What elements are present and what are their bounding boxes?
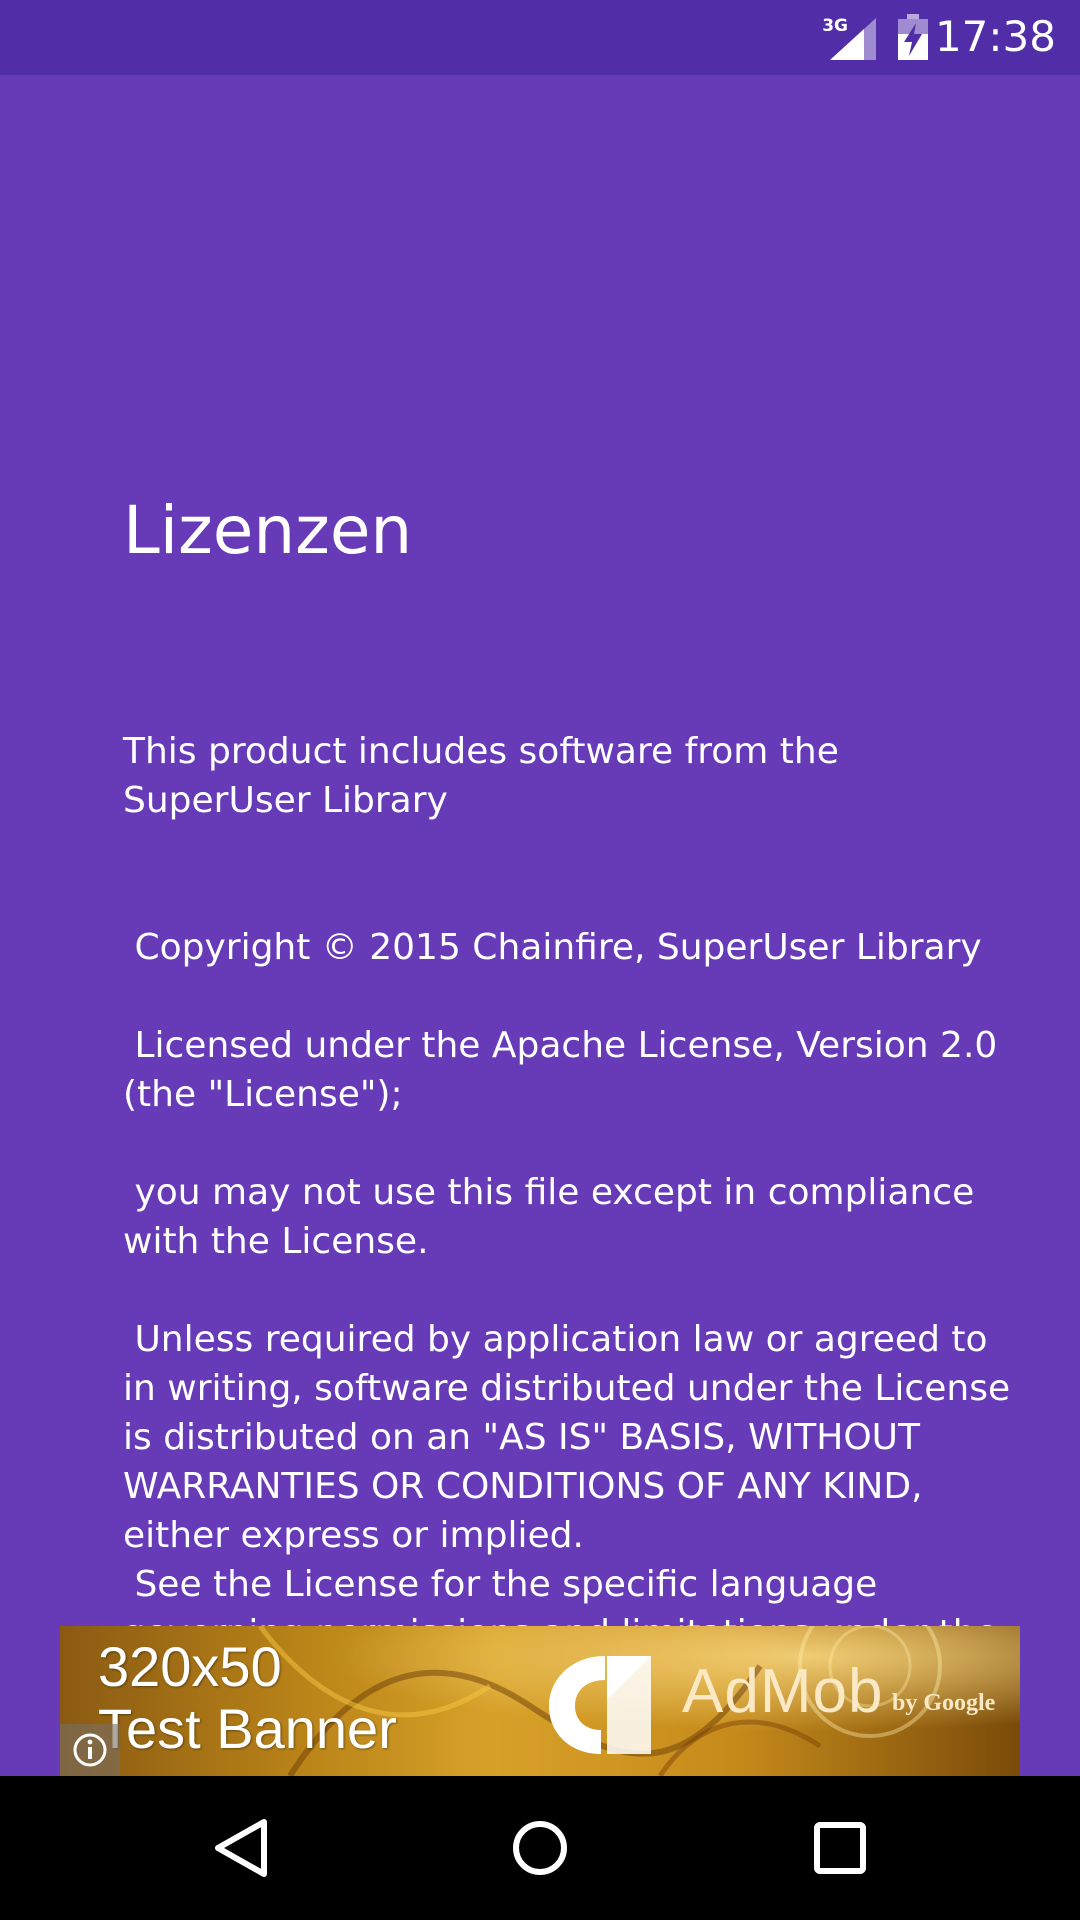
navigation-bar (0, 1776, 1080, 1920)
license-content[interactable]: Lizenzen This product includes software … (0, 75, 1080, 1626)
screen: 3G 17:38 Lizenzen This product includes … (0, 0, 1080, 1920)
admob-logo-icon (549, 1656, 651, 1754)
info-icon[interactable] (60, 1724, 120, 1776)
ad-brand: AdMob (682, 1657, 884, 1726)
info-icon-glyph (73, 1733, 107, 1767)
signal-icon (830, 18, 876, 60)
status-bar: 3G 17:38 (0, 0, 1080, 75)
ad-banner-label: Test Banner (98, 1697, 397, 1760)
ad-banner[interactable]: 320x50 Test Banner AdMob by Google (60, 1626, 1020, 1776)
status-clock: 17:38 (934, 12, 1056, 61)
ad-size-label: 320x50 (98, 1635, 282, 1698)
recents-icon[interactable] (804, 1812, 876, 1884)
ad-label: 320x50 Test Banner (98, 1636, 397, 1760)
license-text: This product includes software from the … (123, 731, 1011, 1626)
back-icon[interactable] (204, 1812, 276, 1884)
page-title: Lizenzen (123, 492, 413, 569)
home-icon[interactable] (504, 1812, 576, 1884)
ad-by-google: by Google (892, 1690, 996, 1716)
battery-charging-icon (898, 14, 928, 60)
